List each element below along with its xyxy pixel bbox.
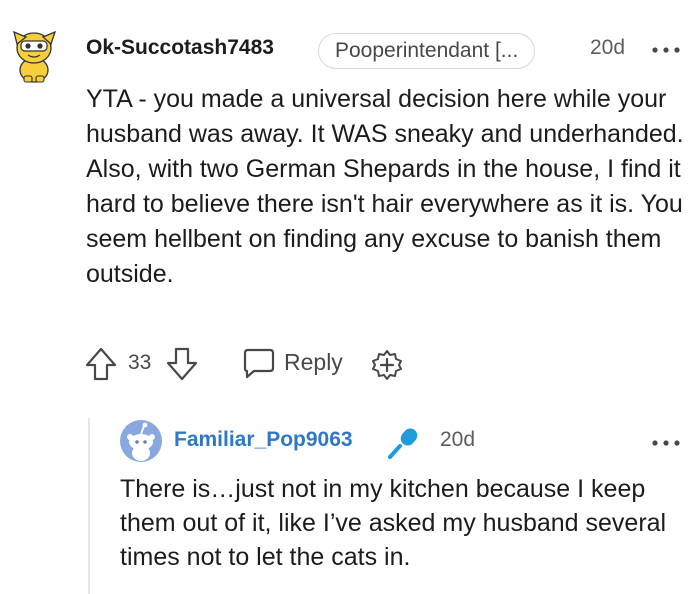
comment-age: 20d	[590, 36, 626, 59]
reply-button[interactable]: Reply	[284, 349, 343, 376]
user-flair: Pooperintendant [...	[318, 33, 536, 69]
commenter-avatar[interactable]	[8, 22, 60, 86]
microphone-icon	[386, 426, 422, 460]
more-options-icon[interactable]	[651, 42, 681, 53]
thread-line[interactable]	[88, 418, 90, 594]
reply-bubble-icon[interactable]	[242, 347, 276, 379]
upvote-icon[interactable]	[84, 346, 118, 382]
reply-body: There is…just not in my kitchen because …	[120, 475, 667, 571]
reply-age: 20d	[440, 428, 476, 451]
reply-more-options-icon[interactable]	[651, 435, 681, 446]
comment-author[interactable]: Ok-Succotash7483	[86, 36, 274, 60]
award-icon[interactable]	[371, 349, 403, 381]
reply-author-avatar[interactable]	[120, 420, 162, 462]
comment-body: YTA - you made a universal decision here…	[86, 85, 684, 288]
reply-author[interactable]: Familiar_Pop9063	[174, 428, 353, 452]
downvote-icon[interactable]	[165, 346, 199, 382]
vote-score: 33	[128, 351, 152, 374]
